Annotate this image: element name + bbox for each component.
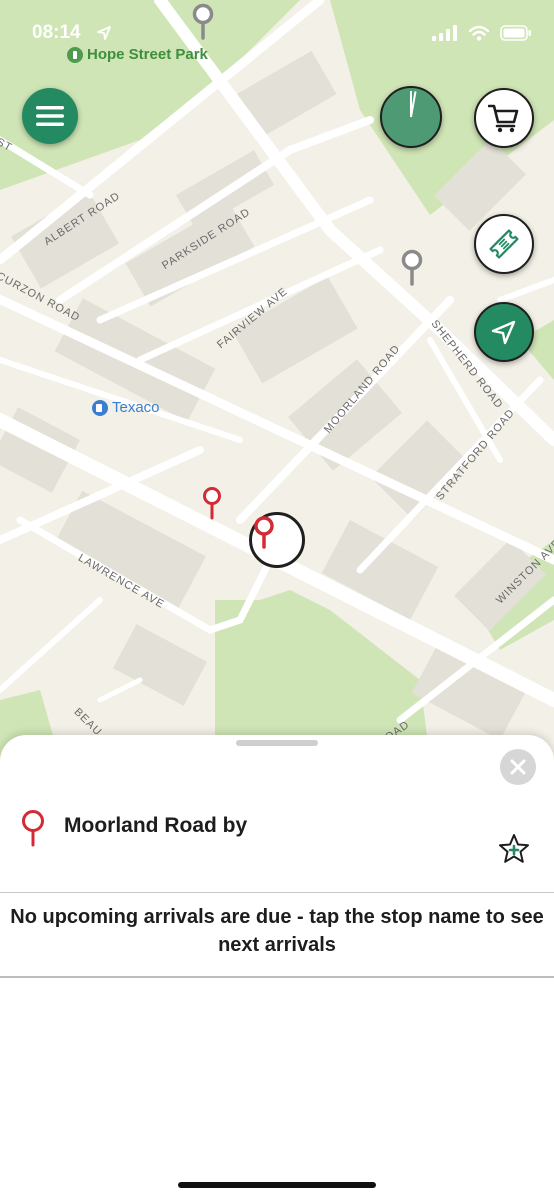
refresh-timer[interactable] xyxy=(380,86,442,148)
navigation-arrow-icon xyxy=(491,320,516,345)
stop-pin-red-icon[interactable] xyxy=(201,486,223,520)
no-arrivals-message: No upcoming arrivals are due - tap the s… xyxy=(10,906,544,956)
sheet-drag-handle[interactable] xyxy=(236,740,318,746)
stop-details-sheet[interactable]: Moorland Road by No upcoming arrivals ar… xyxy=(0,735,554,1200)
wifi-icon xyxy=(468,25,490,41)
stop-pin-red-icon xyxy=(254,516,274,549)
cart-icon xyxy=(488,104,519,133)
close-icon xyxy=(510,759,526,775)
status-bar: 08:14 xyxy=(0,0,554,60)
signal-icon xyxy=(432,25,457,41)
hamburger-icon xyxy=(36,106,64,126)
stop-header-row[interactable]: Moorland Road by xyxy=(0,787,554,892)
poi-fuel[interactable]: Texaco xyxy=(92,399,160,416)
fuel-icon xyxy=(92,399,108,416)
divider xyxy=(0,892,554,893)
timer-progress-icon xyxy=(410,91,417,118)
location-arrow-icon xyxy=(97,26,111,40)
favourite-add-icon[interactable] xyxy=(497,832,531,866)
tickets-button[interactable] xyxy=(474,214,534,274)
close-button[interactable] xyxy=(500,749,536,785)
stop-pin-grey-icon[interactable] xyxy=(400,248,424,286)
divider xyxy=(0,976,554,978)
menu-button[interactable] xyxy=(22,88,78,144)
battery-icon xyxy=(500,25,531,41)
map-view[interactable]: ST ALBERT ROAD PARKSIDE ROAD CURZON ROAD… xyxy=(0,0,554,760)
poi-fuel-label: Texaco xyxy=(112,399,160,416)
home-indicator[interactable] xyxy=(178,1182,376,1188)
locate-me-button[interactable] xyxy=(474,302,534,362)
selected-stop-marker[interactable] xyxy=(249,512,305,568)
stop-pin-red-icon xyxy=(22,810,44,847)
stop-name[interactable]: Moorland Road by xyxy=(64,814,247,838)
cart-button[interactable] xyxy=(474,88,534,148)
status-time: 08:14 xyxy=(32,22,81,43)
ticket-icon xyxy=(489,229,519,259)
